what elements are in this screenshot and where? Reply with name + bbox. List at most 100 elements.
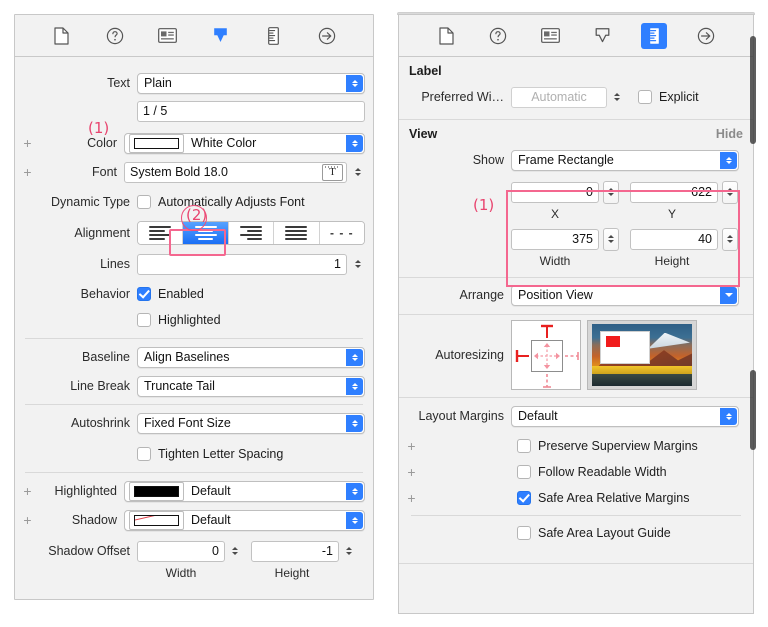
shadow-color-swatch[interactable]: [129, 510, 184, 530]
automatically-adjusts-font-checkbox[interactable]: [137, 195, 151, 209]
width-input[interactable]: 375: [511, 228, 599, 250]
scrollbar-thumb-upper[interactable]: [750, 36, 756, 144]
add-follow-readable-variation-button[interactable]: +: [405, 465, 418, 479]
text-content-value: 1 / 5: [143, 104, 168, 118]
help-icon[interactable]: [485, 23, 511, 49]
add-preserve-superview-variation-button[interactable]: +: [405, 439, 418, 453]
layout-margins-popup[interactable]: Default: [511, 405, 739, 427]
preview-window: [600, 331, 650, 364]
font-label: Font: [91, 165, 117, 179]
alignment-segmented-control[interactable]: - - -: [137, 221, 365, 245]
align-left-icon: [149, 226, 172, 240]
line-break-popup[interactable]: Truncate Tail: [137, 375, 365, 397]
preserve-superview-margins-checkbox[interactable]: [517, 439, 531, 453]
identity-card-icon[interactable]: [155, 23, 181, 49]
safe-area-layout-guide-checkbox[interactable]: [517, 526, 531, 540]
chevron-updown-icon[interactable]: [346, 511, 363, 529]
lines-input[interactable]: 1: [137, 253, 347, 275]
identity-card-icon[interactable]: [537, 23, 563, 49]
autoshrink-popup[interactable]: Fixed Font Size: [137, 412, 365, 434]
add-shadow-variation-button[interactable]: +: [21, 513, 34, 527]
x-value: 0: [586, 185, 593, 199]
add-safe-area-relative-variation-button[interactable]: +: [405, 491, 418, 505]
autoresizing-springs-struts[interactable]: [511, 320, 581, 390]
left-inspector-toolbar[interactable]: [15, 15, 373, 57]
chevron-updown-icon[interactable]: [720, 151, 737, 169]
row-safe-area-guide: + Safe Area Layout Guide: [399, 520, 753, 546]
automatically-adjusts-font-label: Automatically Adjusts Font: [158, 195, 305, 209]
y-stepper[interactable]: [722, 180, 738, 204]
preferred-width-stepper[interactable]: [610, 87, 624, 108]
preview-red-box: [605, 336, 621, 347]
align-natural-button[interactable]: - - -: [319, 222, 364, 244]
color-swatch[interactable]: [129, 133, 184, 153]
size-ruler-icon[interactable]: [641, 22, 667, 49]
row-shadow-offset: + Shadow Offset 0 -1: [15, 538, 373, 564]
preferred-width-input[interactable]: Automatic: [511, 86, 607, 108]
chevron-updown-icon[interactable]: [720, 407, 737, 425]
chevron-updown-icon[interactable]: [346, 74, 363, 92]
shadow-offset-width-input[interactable]: 0: [137, 540, 225, 562]
highlighted-color-popup[interactable]: Default: [124, 480, 365, 502]
highlighted-checkbox[interactable]: [137, 313, 151, 327]
lines-stepper[interactable]: [351, 254, 365, 275]
follow-readable-width-checkbox[interactable]: [517, 465, 531, 479]
shadow-color-popup[interactable]: Default: [124, 509, 365, 531]
shadow-offset-width-stepper[interactable]: [228, 541, 242, 562]
tighten-letter-spacing-checkbox[interactable]: [137, 447, 151, 461]
add-color-variation-button[interactable]: +: [21, 136, 34, 150]
y-input[interactable]: 622: [630, 181, 718, 203]
attributes-icon[interactable]: [208, 23, 234, 49]
enabled-checkbox[interactable]: [137, 287, 151, 301]
chevron-down-icon[interactable]: [720, 286, 737, 304]
chevron-updown-icon[interactable]: [346, 482, 363, 500]
height-input[interactable]: 40: [630, 228, 718, 250]
row-highlighted-color: + Highlighted Default: [15, 478, 373, 504]
font-field[interactable]: System Bold 18.0 T: [124, 161, 347, 183]
file-icon[interactable]: [433, 23, 459, 49]
row-tighten: + Tighten Letter Spacing: [15, 441, 373, 467]
explicit-checkbox[interactable]: [638, 90, 652, 104]
chevron-updown-icon[interactable]: [346, 377, 363, 395]
divider: [25, 472, 363, 473]
chevron-updown-icon[interactable]: [346, 134, 363, 152]
font-stepper[interactable]: [351, 162, 365, 183]
alignment-label: Alignment: [74, 226, 130, 240]
text-style-popup[interactable]: Plain: [137, 72, 365, 94]
x-stepper[interactable]: [603, 180, 619, 204]
safe-area-relative-margins-checkbox[interactable]: [517, 491, 531, 505]
file-icon[interactable]: [49, 23, 75, 49]
connections-arrow-icon[interactable]: [314, 23, 340, 49]
add-highlighted-variation-button[interactable]: +: [21, 484, 34, 498]
align-justify-button[interactable]: [274, 222, 320, 244]
x-input[interactable]: 0: [511, 181, 599, 203]
right-inspector-toolbar[interactable]: [399, 15, 753, 57]
shadow-offset-height-stepper[interactable]: [342, 541, 356, 562]
highlighted-color-swatch[interactable]: [129, 481, 184, 501]
chevron-updown-icon[interactable]: [346, 414, 363, 432]
hide-link[interactable]: Hide: [716, 127, 743, 141]
connections-arrow-icon[interactable]: [693, 23, 719, 49]
height-stepper[interactable]: [722, 227, 738, 251]
help-icon[interactable]: [102, 23, 128, 49]
font-picker-button[interactable]: T: [322, 163, 343, 181]
arrange-popup[interactable]: Position View: [511, 284, 739, 306]
scrollbar-thumb-lower[interactable]: [750, 370, 756, 450]
shadow-offset-height-input[interactable]: -1: [251, 540, 339, 562]
row-x-y-captions: X Y: [399, 205, 753, 223]
align-right-button[interactable]: [228, 222, 275, 244]
autoresizing-preview[interactable]: [587, 320, 697, 390]
show-popup[interactable]: Frame Rectangle: [511, 149, 739, 171]
height-value: 40: [698, 232, 712, 246]
attributes-icon[interactable]: [589, 23, 615, 49]
width-stepper[interactable]: [603, 227, 619, 251]
color-popup[interactable]: White Color: [124, 132, 365, 154]
baseline-popup[interactable]: Align Baselines: [137, 346, 365, 368]
add-font-variation-button[interactable]: +: [21, 165, 34, 179]
text-content-input[interactable]: 1 / 5: [137, 100, 365, 122]
align-left-button[interactable]: [138, 222, 184, 244]
size-ruler-icon[interactable]: [261, 23, 287, 49]
lines-label: Lines: [100, 257, 130, 271]
chevron-updown-icon[interactable]: [346, 348, 363, 366]
row-text-content: + 1 / 5: [15, 98, 373, 124]
